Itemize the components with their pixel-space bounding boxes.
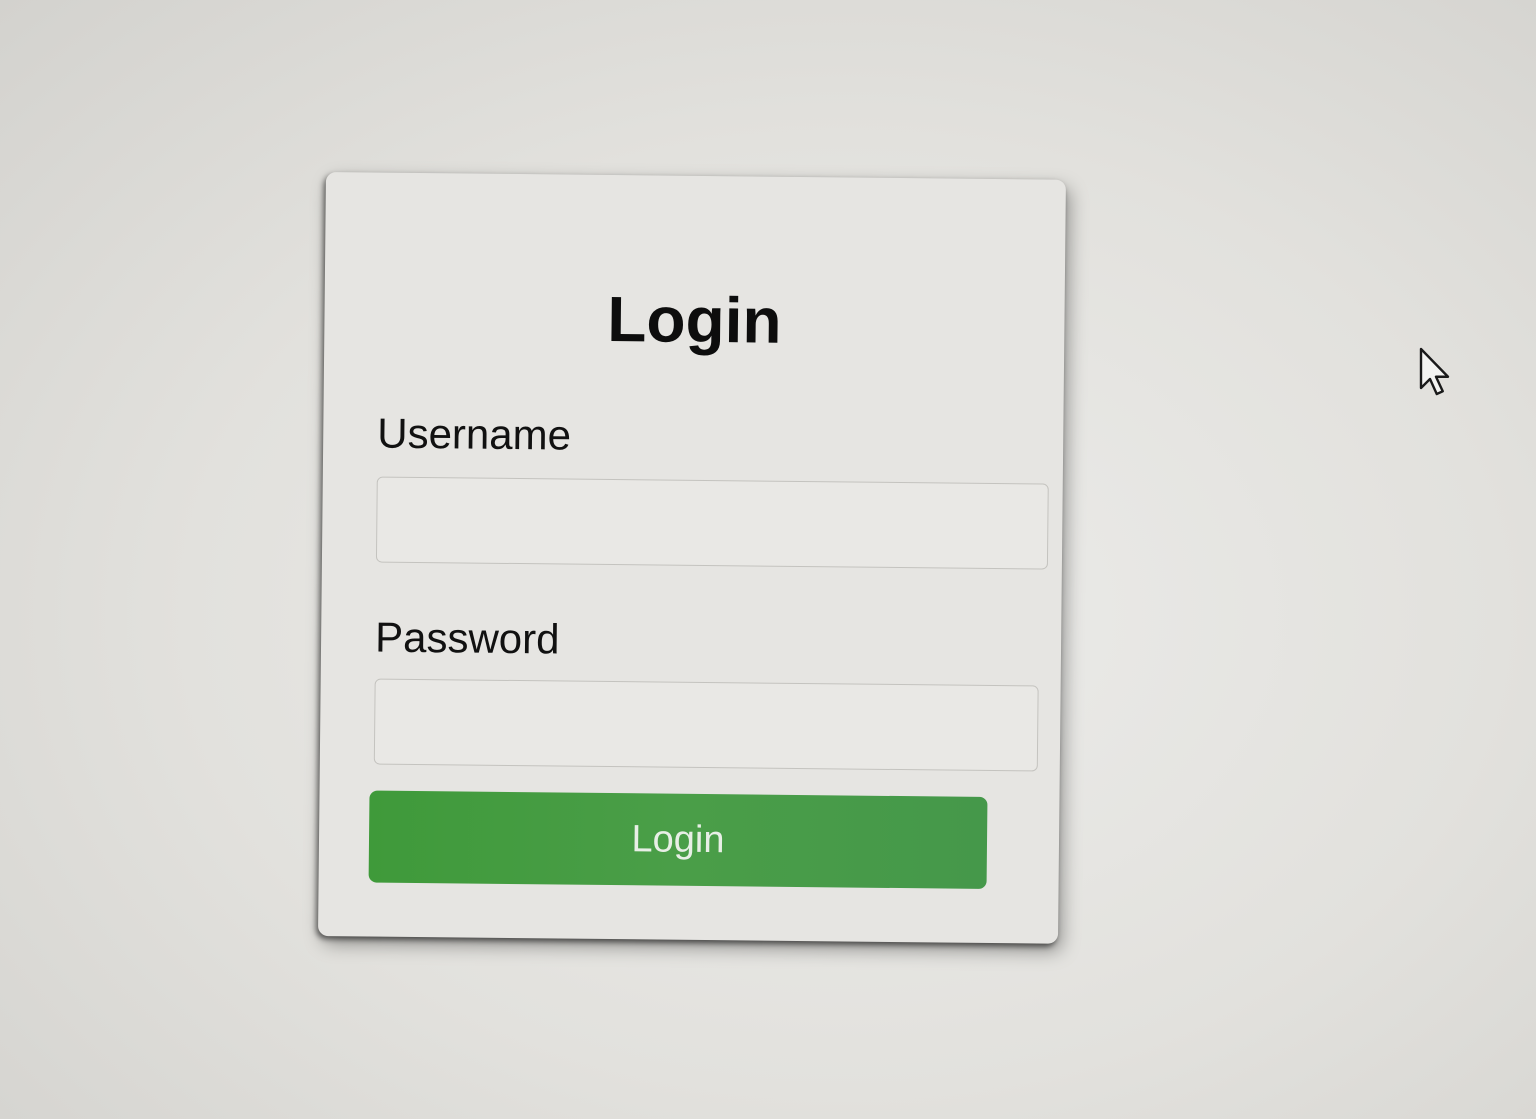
password-input[interactable] <box>373 678 1039 772</box>
username-label: Username <box>377 409 572 459</box>
password-label: Password <box>374 613 560 663</box>
login-button[interactable]: Login <box>368 790 988 889</box>
login-title: Login <box>607 282 782 357</box>
arrow-cursor-icon <box>1419 347 1450 396</box>
username-input[interactable] <box>375 476 1049 570</box>
login-card: Login Username Password Login <box>317 172 1066 944</box>
